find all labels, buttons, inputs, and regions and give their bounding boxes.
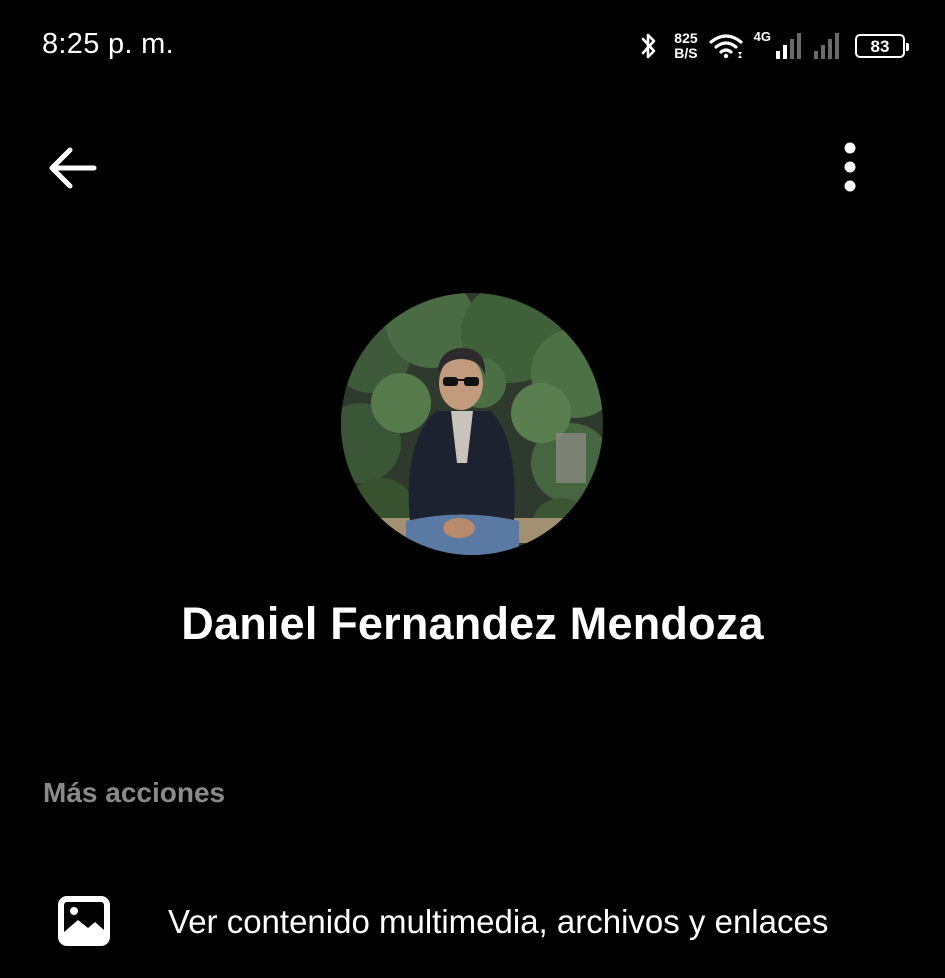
profile-name: Daniel Fernandez Mendoza (181, 598, 764, 649)
net-speed-indicator: 825 B/S (674, 31, 697, 61)
view-media-files-links-label: Ver contenido multimedia, archivos y enl… (168, 903, 829, 940)
image-icon (58, 896, 110, 946)
status-time: 8:25 p. m. (42, 28, 174, 60)
bluetooth-icon (638, 31, 660, 61)
wifi-icon (708, 32, 744, 60)
net-speed-unit: B/S (674, 45, 698, 61)
profile-avatar[interactable] (341, 293, 603, 555)
status-icons: 825 B/S 4G 83 (628, 26, 909, 66)
more-vertical-icon (844, 142, 856, 192)
net-speed-value: 825 (674, 30, 698, 46)
arrow-left-icon (49, 147, 97, 189)
more-actions-label: Más acciones (43, 777, 226, 808)
battery-level: 83 (870, 36, 890, 56)
battery-tip (906, 43, 909, 51)
more-options-button[interactable] (820, 135, 880, 199)
signal-icon (775, 31, 803, 61)
signal-icon-secondary (813, 31, 841, 61)
back-button[interactable] (40, 136, 104, 200)
profile-photo (341, 293, 603, 555)
view-media-files-links-item[interactable]: Ver contenido multimedia, archivos y enl… (0, 870, 945, 978)
battery-icon: 83 (855, 34, 909, 58)
network-type-label: 4G (753, 28, 771, 44)
status-bar: 8:25 p. m. 825 B/S 4G 83 (0, 0, 945, 96)
